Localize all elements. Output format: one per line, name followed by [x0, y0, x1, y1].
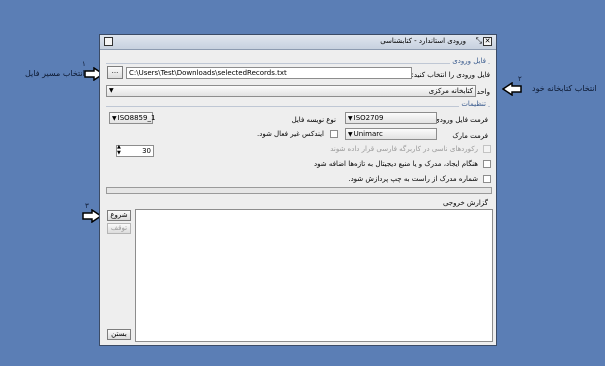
chevron-down-icon: ▼ [109, 87, 114, 94]
window-title: ورودی استاندارد - کتابشناسی [380, 37, 466, 45]
close-button[interactable]: بستن [107, 329, 131, 340]
reindex-label: ایندکس غیر فعال شود. [256, 130, 324, 138]
chevron-down-icon: ▼ [348, 131, 353, 138]
settings-section-title: تنظیمات [459, 100, 488, 108]
close-window-button[interactable]: ✕ [483, 37, 492, 46]
digital-count-spinner[interactable]: 30 [116, 145, 154, 157]
browse-button[interactable]: ... [107, 66, 123, 79]
rtl-checkbox[interactable] [483, 175, 491, 183]
digital-count-value: 30 [142, 147, 151, 155]
input-file-divider [106, 63, 490, 64]
input-file-section-title: فایل ورودی [450, 57, 488, 65]
marc-format-label: فرمت مارک [452, 132, 488, 140]
spinner-arrows-icon[interactable]: ▲ ▼ [117, 144, 121, 156]
progress-bar [106, 187, 492, 194]
file-path-field[interactable]: C:\Users\Test\Downloads\selectedRecords.… [126, 67, 412, 79]
writer-type-label: نوع نویسه فایل [291, 116, 336, 124]
digital-checkbox[interactable] [483, 160, 491, 168]
chevron-down-icon: ▼ [112, 115, 117, 122]
input-format-label: فرمت فایل ورودی [434, 116, 488, 124]
title-bar: ورودی استاندارد - کتابشناسی ⤡ ✕ [100, 35, 496, 50]
import-dialog: ورودی استاندارد - کتابشناسی ⤡ ✕ فایل ورو… [99, 34, 497, 346]
start-button[interactable]: شروع [107, 210, 131, 221]
step2-arrow-icon [502, 82, 522, 96]
sync-label: رکوردهای ناسی در کاربرگه فارسی قرار داده… [330, 145, 478, 153]
settings-divider [106, 106, 490, 107]
resize-icon[interactable]: ⤡ [476, 36, 482, 46]
chevron-down-icon: ▼ [348, 115, 353, 122]
writer-type-select[interactable]: ▼ISO8859_1 [109, 112, 156, 124]
library-select-value: کتابخانه مرکزی [428, 87, 473, 95]
rtl-label: شماره مدرک از راست به چپ پردازش شود. [348, 175, 478, 183]
reindex-checkbox[interactable] [330, 130, 338, 138]
step1-label: انتخاب مسیر فایل [25, 69, 85, 78]
choose-file-label: فایل ورودی را انتخاب کنید: [411, 71, 490, 79]
window-icon [104, 37, 113, 46]
stop-button[interactable]: توقف [107, 223, 131, 234]
input-format-value: ISO2709 [353, 114, 384, 122]
marc-format-select[interactable]: ▼Unimarc [345, 128, 437, 140]
sync-checkbox[interactable] [483, 145, 491, 153]
input-format-select[interactable]: ▼ISO2709 [345, 112, 437, 124]
output-report-area[interactable] [135, 209, 493, 342]
step2-label: انتخاب کتابخانه خود [532, 84, 597, 93]
marc-format-value: Unimarc [353, 130, 383, 138]
report-label: گزارش خروجی [442, 199, 488, 207]
digital-label: هنگام ایجاد، مدرک و یا منبع دیجیتال به ت… [314, 160, 478, 168]
unit-label: واحد [476, 88, 490, 96]
writer-type-value: ISO8859_1 [117, 114, 156, 122]
library-select[interactable]: کتابخانه مرکزی ▼ [106, 85, 476, 97]
